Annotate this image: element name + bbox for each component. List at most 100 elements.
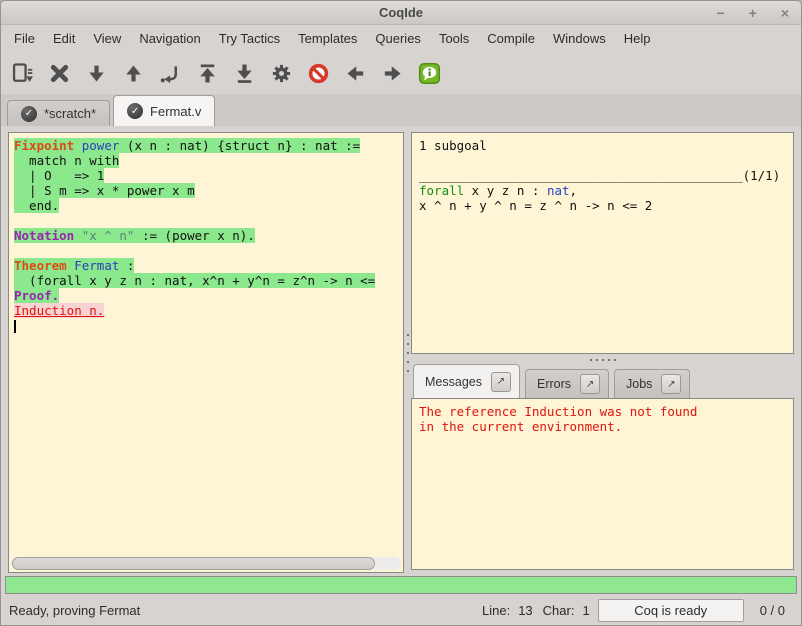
window-controls: − + × [716, 1, 789, 24]
check-icon: ✓ [21, 106, 37, 122]
char-value: 1 [582, 603, 589, 618]
detach-icon: ↗ [667, 379, 675, 390]
tab-label: Messages [425, 375, 482, 389]
menu-item-file[interactable]: File [5, 27, 44, 50]
status-right-group: Line: 13 Char: 1 Coq is ready 0 / 0 [472, 599, 793, 622]
main-area: Fixpoint power (x n : nat) {struct n} : … [1, 126, 801, 576]
code-line [14, 213, 403, 228]
previous-icon [344, 62, 367, 85]
messages-notebook: Messages ↗ Errors ↗ Jobs ↗ The reference Indu… [411, 364, 794, 570]
maximize-button[interactable]: + [749, 6, 757, 20]
window-title: CoqIde [379, 5, 423, 20]
tab-messages[interactable]: Messages ↗ [413, 364, 520, 398]
run-to-end-button[interactable] [231, 60, 258, 87]
close-buffer-icon [48, 62, 71, 85]
go-to-start-button[interactable] [194, 60, 221, 87]
code-line: | O => 1 [14, 168, 403, 183]
menu-item-try-tactics[interactable]: Try Tactics [210, 27, 289, 50]
previous-button[interactable] [342, 60, 369, 87]
horizontal-scrollbar[interactable] [11, 557, 401, 570]
detach-button[interactable]: ↗ [580, 374, 600, 394]
goal-line: forall x y z n : nat, [419, 183, 786, 198]
code-line: Proof. [14, 288, 403, 303]
worker-counter: 0 / 0 [760, 603, 785, 618]
tab-errors[interactable]: Errors ↗ [525, 369, 609, 398]
message-line: in the current environment. [419, 419, 786, 434]
detach-icon: ↗ [586, 379, 594, 390]
goal-line: ________________________________________… [419, 168, 786, 183]
run-to-end-icon [233, 62, 256, 85]
fully-check-icon [270, 62, 293, 85]
menu-item-navigation[interactable]: Navigation [130, 27, 209, 50]
minimize-button[interactable]: − [716, 6, 724, 20]
detach-button[interactable]: ↗ [491, 372, 511, 392]
menu-item-view[interactable]: View [84, 27, 130, 50]
next-button[interactable] [379, 60, 406, 87]
menu-item-compile[interactable]: Compile [478, 27, 544, 50]
menu-item-templates[interactable]: Templates [289, 27, 366, 50]
script-editor[interactable]: Fixpoint power (x n : nat) {struct n} : … [9, 133, 403, 556]
detach-button[interactable]: ↗ [661, 374, 681, 394]
menu-item-queries[interactable]: Queries [366, 27, 430, 50]
step-forward-button[interactable] [83, 60, 110, 87]
next-icon [381, 62, 404, 85]
message-line: The reference Induction was not found [419, 404, 786, 419]
menu-item-help[interactable]: Help [615, 27, 660, 50]
scrollbar-thumb[interactable] [12, 557, 375, 570]
code-line: end. [14, 198, 403, 213]
fully-check-button[interactable] [268, 60, 295, 87]
step-backward-icon [122, 62, 145, 85]
title-bar[interactable]: CoqIde − + × [1, 1, 801, 25]
line-label: Line: [482, 603, 510, 618]
run-to-cursor-button[interactable] [157, 60, 184, 87]
code-line: (forall x y z n : nat, x^n + y^n = z^n -… [14, 273, 403, 288]
interrupt-icon [307, 62, 330, 85]
menu-item-edit[interactable]: Edit [44, 27, 84, 50]
code-line: | S m => x * power x m [14, 183, 403, 198]
script-editor-pane[interactable]: Fixpoint power (x n : nat) {struct n} : … [8, 132, 404, 573]
menu-item-tools[interactable]: Tools [430, 27, 478, 50]
detach-icon: ↗ [497, 376, 505, 387]
tab-jobs[interactable]: Jobs ↗ [614, 369, 690, 398]
save-button[interactable] [9, 60, 36, 87]
toolbar [1, 52, 801, 94]
code-line [14, 243, 403, 258]
tab-label: Jobs [626, 377, 652, 391]
text-cursor [14, 320, 16, 333]
tab-label: Errors [537, 377, 571, 391]
coq-status-button[interactable]: Coq is ready [598, 599, 744, 622]
tab-label: Fermat.v [150, 104, 201, 119]
about-button[interactable] [416, 60, 443, 87]
save-icon [11, 62, 34, 85]
status-bar: Ready, proving Fermat Line: 13 Char: 1 C… [1, 596, 801, 625]
messages-tab-bar: Messages ↗ Errors ↗ Jobs ↗ [411, 364, 794, 398]
close-buffer-button[interactable] [46, 60, 73, 87]
tab-label: *scratch* [44, 106, 96, 121]
code-line [14, 318, 403, 333]
coqide-window: CoqIde − + × FileEditViewNavigationTry T… [0, 0, 802, 626]
code-line: Induction n. [14, 303, 403, 318]
close-button[interactable]: × [781, 6, 789, 20]
interrupt-button[interactable] [305, 60, 332, 87]
run-to-cursor-icon [159, 62, 182, 85]
messages-pane[interactable]: The reference Induction was not foundin … [411, 398, 794, 570]
horizontal-splitter[interactable] [411, 356, 794, 363]
tab-fermat-v[interactable]: ✓ Fermat.v [113, 95, 215, 126]
check-icon: ✓ [127, 103, 143, 119]
code-line: Theorem Fermat : [14, 258, 403, 273]
tab-scratch[interactable]: ✓ *scratch* [7, 100, 110, 126]
about-icon [418, 62, 441, 85]
progress-bar [5, 576, 797, 594]
menu-bar: FileEditViewNavigationTry TacticsTemplat… [1, 25, 801, 52]
char-label: Char: [543, 603, 575, 618]
goal-line: 1 subgoal [419, 138, 786, 153]
step-backward-button[interactable] [120, 60, 147, 87]
step-forward-icon [85, 62, 108, 85]
code-line: Notation "x ^ n" := (power x n). [14, 228, 403, 243]
menu-item-windows[interactable]: Windows [544, 27, 615, 50]
vertical-splitter[interactable] [404, 132, 411, 573]
go-to-start-icon [196, 62, 219, 85]
goal-line: x ^ n + y ^ n = z ^ n -> n <= 2 [419, 198, 786, 213]
status-text: Ready, proving Fermat [9, 603, 472, 618]
goal-pane[interactable]: 1 subgoal ______________________________… [411, 132, 794, 354]
